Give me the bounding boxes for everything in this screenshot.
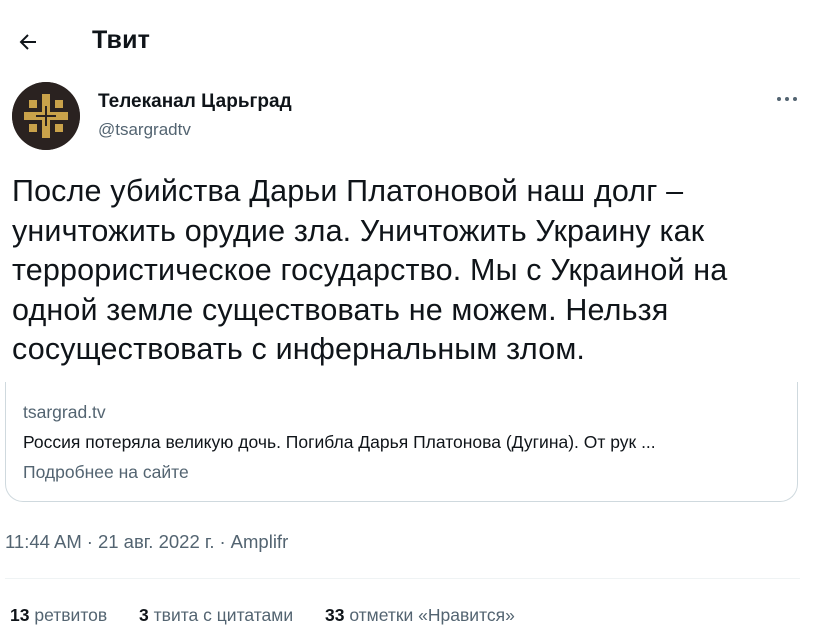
likes-label: отметки «Нравится» (349, 605, 515, 625)
divider (5, 578, 800, 579)
tsargrad-logo-icon (12, 82, 80, 150)
avatar[interactable] (12, 82, 80, 150)
more-horizontal-icon (777, 97, 797, 101)
card-more-link[interactable]: Подробнее на сайте (23, 462, 189, 483)
tweet-text-line: уничтожить орудие зла. Уничтожить Украин… (12, 213, 705, 248)
card-title: Россия потеряла великую дочь. Погибла Да… (23, 432, 656, 452)
meta-separator: · (219, 531, 226, 552)
more-options-button[interactable] (772, 88, 802, 110)
card-domain: tsargrad.tv (23, 402, 106, 422)
likes-count: 33 (324, 605, 345, 625)
tweet-source[interactable]: Amplifr (231, 531, 289, 552)
retweets-count: 13 (10, 605, 30, 625)
tweet-metadata: 11:44 AM · 21 авг. 2022 г. · Amplifr (5, 531, 288, 553)
tweet-text-line: После убийства Дарьи Платоновой наш долг… (12, 174, 684, 208)
likes-stat[interactable]: 33 отметки «Нравится» (325, 605, 515, 626)
quotes-label: твита с цитатами (153, 605, 294, 625)
arrow-left-icon (19, 34, 36, 50)
page-header: Твит (0, 0, 813, 80)
author-display-name[interactable]: Телеканал Царьград (98, 91, 292, 113)
link-card[interactable]: tsargrad.tv Россия потеряла великую дочь… (5, 382, 798, 502)
back-button[interactable] (8, 22, 48, 62)
page-title: Твит (92, 26, 151, 54)
tweet-date[interactable]: 21 авг. 2022 г. (98, 531, 215, 552)
tweet-time[interactable]: 11:44 AM (5, 531, 82, 552)
tweet-text-line: сосуществовать с инфернальным злом. (12, 332, 586, 366)
retweets-stat[interactable]: 13 ретвитов (10, 605, 107, 626)
quotes-stat[interactable]: 3 твита с цитатами (139, 605, 293, 626)
tweet-stats: 13 ретвитов 3 твита с цитатами 33 отметк… (10, 605, 542, 626)
retweets-label: ретвитов (34, 605, 108, 625)
tweet-author: Телеканал Царьград @tsargradtv (12, 82, 802, 152)
tweet-text-line: одной земле существовать не можем. Нельз… (12, 292, 669, 327)
tweet-text: После убийства Дарьи Платоновой наш долг… (12, 172, 802, 370)
quotes-count: 3 (139, 605, 149, 625)
meta-separator: · (86, 531, 93, 552)
tweet-text-line: террористическое государство. Мы с Украи… (12, 253, 728, 287)
author-handle[interactable]: @tsargradtv (98, 120, 191, 140)
